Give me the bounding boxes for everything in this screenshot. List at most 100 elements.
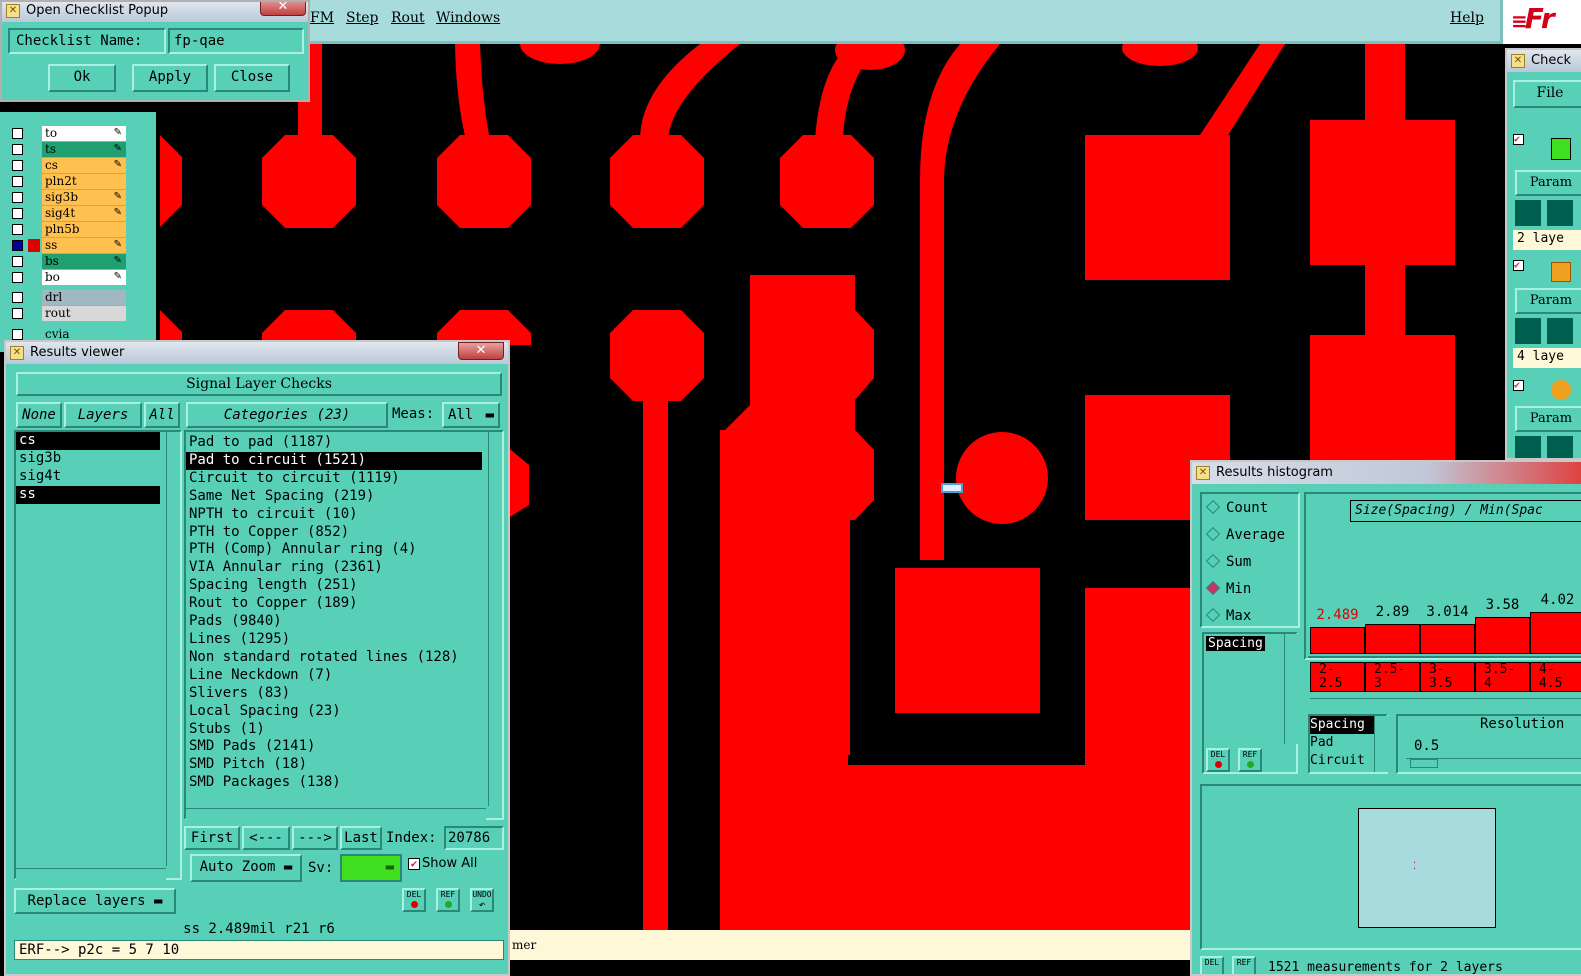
histogram-bin-label[interactable]: 4- 4.5 [1530, 662, 1581, 692]
action-icon[interactable] [1547, 318, 1573, 344]
ref-button[interactable]: REF [1232, 956, 1256, 974]
histogram-bar[interactable] [1310, 627, 1365, 654]
replace-layers-select[interactable]: Replace layers ▬ [14, 888, 176, 914]
layer-checkbox[interactable] [12, 224, 23, 235]
category-item[interactable]: Non standard rotated lines (128) [186, 649, 482, 667]
layer-row-sig4t[interactable]: sig4t ✎ [10, 206, 128, 221]
histogram-hscrollbar[interactable] [1310, 698, 1581, 710]
layer-row-pln2t[interactable]: pln2t [10, 174, 128, 189]
result-layer-list[interactable]: cs sig3b sig4t ss [16, 432, 160, 868]
layer-checkbox[interactable] [12, 160, 23, 171]
layer-list-item[interactable]: sig3b [16, 450, 160, 468]
category-item[interactable]: PTH (Comp) Annular ring (4) [186, 541, 482, 559]
action-icon[interactable] [1547, 436, 1573, 458]
layer-row-ss[interactable]: ss ✎ [10, 238, 128, 253]
category-item[interactable]: NPTH to circuit (10) [186, 506, 482, 524]
close-button[interactable]: Close [214, 64, 290, 92]
category-item[interactable]: Line Neckdown (7) [186, 667, 482, 685]
category-item[interactable]: SMD Pads (2141) [186, 738, 482, 756]
category-item[interactable]: Pads (9840) [186, 613, 482, 631]
histogram-bar[interactable] [1365, 624, 1420, 654]
histogram-bar[interactable] [1475, 617, 1530, 654]
layer-row-rout[interactable]: rout [10, 306, 128, 321]
category-item[interactable]: Spacing length (251) [186, 577, 482, 595]
menu-step[interactable]: Step [346, 10, 378, 26]
layer-list-scrollbar[interactable] [166, 432, 180, 866]
results-viewer-titlebar[interactable]: ✕ Results viewer [6, 342, 508, 364]
action-icon[interactable] [1515, 318, 1541, 344]
category-list-hscrollbar[interactable] [186, 808, 486, 820]
apply-button[interactable]: Apply [132, 64, 208, 92]
next-button[interactable]: ---> [292, 826, 338, 850]
action-icon[interactable] [1515, 436, 1541, 458]
last-button[interactable]: Last [340, 826, 382, 850]
group-list-item[interactable]: Circuit [1310, 752, 1376, 770]
histogram-bin-label[interactable]: 2- 2.5 [1310, 662, 1365, 692]
index-input[interactable]: 20786 [444, 826, 504, 850]
checklist-name-input[interactable]: fp-qae [168, 28, 304, 54]
category-item[interactable]: Local Spacing (23) [186, 703, 482, 721]
field-list-scrollbar[interactable] [1284, 634, 1298, 744]
sv-color-select[interactable]: ▬ [340, 854, 402, 882]
menu-rout[interactable]: Rout [391, 10, 425, 26]
layer-checkbox[interactable] [12, 272, 23, 283]
menu-help[interactable]: Help [1450, 10, 1484, 26]
layer-checkbox[interactable] [12, 208, 23, 219]
layer-row-sig3b[interactable]: sig3b ✎ [10, 190, 128, 205]
histogram-bin-label[interactable]: 2.5- 3 [1365, 662, 1420, 692]
category-item[interactable]: Stubs (1) [186, 721, 482, 739]
close-icon[interactable]: ✕ [458, 342, 504, 360]
category-item[interactable]: Slivers (83) [186, 685, 482, 703]
layer-checkbox[interactable] [12, 240, 23, 251]
group-list-item[interactable]: Spacing [1310, 716, 1376, 734]
ref-button[interactable]: REF [1238, 748, 1262, 772]
auto-zoom-select[interactable]: Auto Zoom ▬ [190, 854, 302, 882]
layer-row-bs[interactable]: bs ✎ [10, 254, 128, 269]
param-button-1[interactable]: Param [1515, 170, 1581, 196]
histogram-bin-label[interactable]: 3- 3.5 [1420, 662, 1475, 692]
layer-list-item[interactable]: cs [16, 432, 160, 450]
category-item[interactable]: Rout to Copper (189) [186, 595, 482, 613]
categories-button[interactable]: Categories (23) [186, 402, 388, 428]
del-button[interactable]: DEL [402, 888, 426, 912]
action-icon[interactable] [1515, 200, 1541, 226]
group-list[interactable]: Spacing Pad Circuit [1310, 716, 1376, 770]
group-list-item[interactable]: Pad [1310, 734, 1376, 752]
histogram-bar[interactable] [1530, 612, 1581, 654]
ok-button[interactable]: Ok [48, 64, 116, 92]
close-icon[interactable]: ✕ [260, 2, 306, 16]
layer-checkbox[interactable] [12, 128, 23, 139]
param-button-3[interactable]: Param [1515, 406, 1581, 432]
category-item[interactable]: SMD Pitch (18) [186, 756, 482, 774]
category-item[interactable]: Circuit to circuit (1119) [186, 470, 482, 488]
category-item[interactable]: Lines (1295) [186, 631, 482, 649]
checklist-titlebar[interactable]: ✕ Check [1507, 50, 1581, 72]
param-button-2[interactable]: Param [1515, 288, 1581, 314]
category-list-scrollbar[interactable] [488, 432, 502, 806]
category-item[interactable]: PTH to Copper (852) [186, 524, 482, 542]
command-line[interactable]: ERF--> p2c = 5 7 10 [14, 940, 504, 960]
all-button[interactable]: All [144, 402, 180, 428]
check-enable-checkbox[interactable]: ✔ [1513, 380, 1524, 391]
histogram-titlebar[interactable]: ✕ Results histogram [1192, 462, 1581, 484]
layer-list-item[interactable]: ss [16, 485, 160, 504]
aggregate-option-max[interactable]: Max [1205, 607, 1251, 624]
category-item[interactable]: VIA Annular ring (2361) [186, 559, 482, 577]
overview-map[interactable]: ⁚ [1358, 808, 1496, 928]
category-item[interactable]: Same Net Spacing (219) [186, 488, 482, 506]
layer-row-drl[interactable]: drl [10, 290, 128, 305]
layer-checkbox[interactable] [12, 256, 23, 267]
layers-button[interactable]: Layers [64, 402, 142, 428]
aggregate-option-average[interactable]: Average [1205, 526, 1285, 543]
resolution-slider[interactable] [1406, 758, 1581, 768]
check-enable-checkbox[interactable]: ✔ [1513, 260, 1524, 271]
layer-row-ts[interactable]: ts ✎ [10, 142, 128, 157]
layer-checkbox[interactable] [12, 292, 23, 303]
layer-checkbox[interactable] [12, 329, 23, 340]
del-button[interactable]: DEL [1200, 956, 1224, 974]
field-list-item[interactable]: Spacing [1206, 636, 1265, 651]
layer-checkbox[interactable] [12, 192, 23, 203]
file-menu[interactable]: File [1513, 80, 1581, 108]
category-item[interactable]: Pad to pad (1187) [186, 434, 482, 452]
layer-checkbox[interactable] [12, 176, 23, 187]
